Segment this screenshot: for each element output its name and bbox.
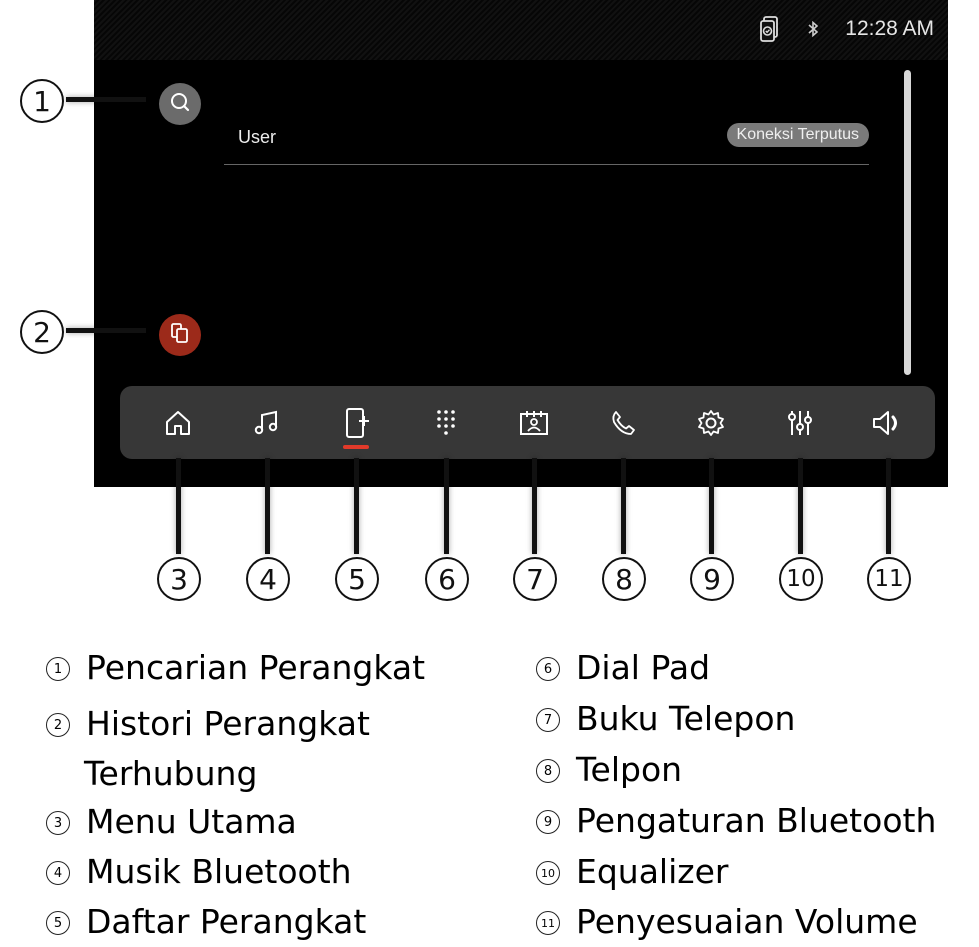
active-tab-indicator (343, 445, 369, 449)
legend-text: Telpon (576, 750, 683, 789)
device-add-icon (341, 406, 371, 440)
legend-text: Buku Telepon (576, 699, 796, 738)
legend-text: Terhubung (84, 754, 258, 793)
legend-number: 2 (46, 713, 70, 737)
legend-item: 5 Daftar Perangkat (46, 900, 366, 943)
callout-number-4: 4 (246, 557, 290, 601)
contacts-icon (518, 409, 550, 437)
legend-number: 8 (536, 759, 560, 783)
legend-number: 6 (536, 657, 560, 681)
legend-text: Pencarian Perangkat (86, 648, 426, 687)
legend-number: 10 (536, 861, 560, 885)
callout-line-2 (66, 328, 146, 333)
legend-item: 10 Equalizer (536, 850, 728, 893)
legend-text: Menu Utama (86, 802, 297, 841)
connection-status-badge: Koneksi Terputus (726, 123, 869, 147)
legend-item: 2 Histori Perangkat (46, 702, 370, 745)
callout-number-3: 3 (157, 557, 201, 601)
nav-volume-button[interactable] (858, 386, 918, 459)
callout-number-5: 5 (335, 557, 379, 601)
callout-line-7 (532, 458, 537, 554)
dialpad-icon (434, 408, 458, 438)
nav-music-button[interactable] (237, 386, 297, 459)
legend-item: 11 Penyesuaian Volume (536, 900, 918, 943)
legend-item: 6 Dial Pad (536, 646, 710, 689)
head-unit-screen: 12:28 AM User Koneksi Terputus (94, 0, 948, 487)
search-icon (169, 91, 191, 118)
legend-text: Dial Pad (576, 648, 711, 687)
legend-text: Histori Perangkat (86, 704, 370, 743)
music-icon (252, 408, 282, 438)
legend-number: 1 (46, 657, 70, 681)
legend-number: 7 (536, 708, 560, 732)
legend-number: 3 (46, 811, 70, 835)
callout-number-2: 2 (20, 310, 64, 354)
legend-number: 4 (46, 861, 70, 885)
callout-number-1: 1 (20, 79, 64, 123)
phone-sync-icon (759, 16, 781, 42)
legend-text: Pengaturan Bluetooth (576, 801, 937, 840)
paired-device-row[interactable]: User Koneksi Terputus (224, 122, 869, 165)
callout-line-4 (265, 458, 270, 554)
equalizer-icon (786, 408, 814, 438)
nav-settings-button[interactable] (681, 386, 741, 459)
phone-icon (609, 409, 637, 437)
callout-number-9: 9 (690, 557, 734, 601)
callout-number-8: 8 (602, 557, 646, 601)
callout-number-10: 10 (779, 557, 823, 601)
legend-item: 1 Pencarian Perangkat (46, 646, 425, 689)
gear-icon (696, 408, 726, 438)
callout-line-10 (798, 458, 803, 554)
device-search-button[interactable] (159, 83, 201, 125)
callout-line-9 (709, 458, 714, 554)
legend-item: 9 Pengaturan Bluetooth (536, 799, 936, 842)
legend-text: Equalizer (576, 852, 729, 891)
legend-item-continued: Terhubung (84, 752, 257, 795)
nav-equalizer-button[interactable] (770, 386, 830, 459)
callout-line-8 (621, 458, 626, 554)
list-scrollbar[interactable] (904, 70, 911, 375)
legend-text: Daftar Perangkat (86, 902, 367, 941)
callout-number-6: 6 (425, 557, 469, 601)
nav-device-list-button[interactable] (326, 386, 386, 459)
bluetooth-icon (807, 20, 819, 38)
callout-line-3 (176, 458, 181, 554)
legend-number: 9 (536, 810, 560, 834)
nav-call-button[interactable] (593, 386, 653, 459)
device-history-button[interactable] (159, 314, 201, 356)
legend-item: 7 Buku Telepon (536, 697, 795, 740)
callout-line-11 (886, 458, 891, 554)
legend-item: 4 Musik Bluetooth (46, 850, 352, 893)
callout-line-5 (354, 458, 359, 554)
device-user-label: User (238, 127, 277, 147)
home-icon (163, 408, 193, 438)
legend-text: Musik Bluetooth (86, 852, 352, 891)
nav-home-button[interactable] (148, 386, 208, 459)
device-history-icon (170, 322, 190, 349)
callout-number-11: 11 (867, 557, 911, 601)
nav-phonebook-button[interactable] (504, 386, 564, 459)
bottom-nav-bar (120, 386, 935, 459)
status-bar: 12:28 AM (94, 0, 948, 60)
volume-icon (871, 408, 905, 438)
legend-text: Penyesuaian Volume (576, 902, 918, 941)
legend-item: 3 Menu Utama (46, 800, 297, 843)
callout-line-1 (66, 97, 146, 102)
clock-time: 12:28 AM (845, 17, 934, 40)
legend-number: 5 (46, 911, 70, 935)
callout-line-6 (444, 458, 449, 554)
legend-item: 8 Telpon (536, 748, 682, 791)
legend-number: 11 (536, 911, 560, 935)
nav-dialpad-button[interactable] (416, 386, 476, 459)
callout-number-7: 7 (513, 557, 557, 601)
